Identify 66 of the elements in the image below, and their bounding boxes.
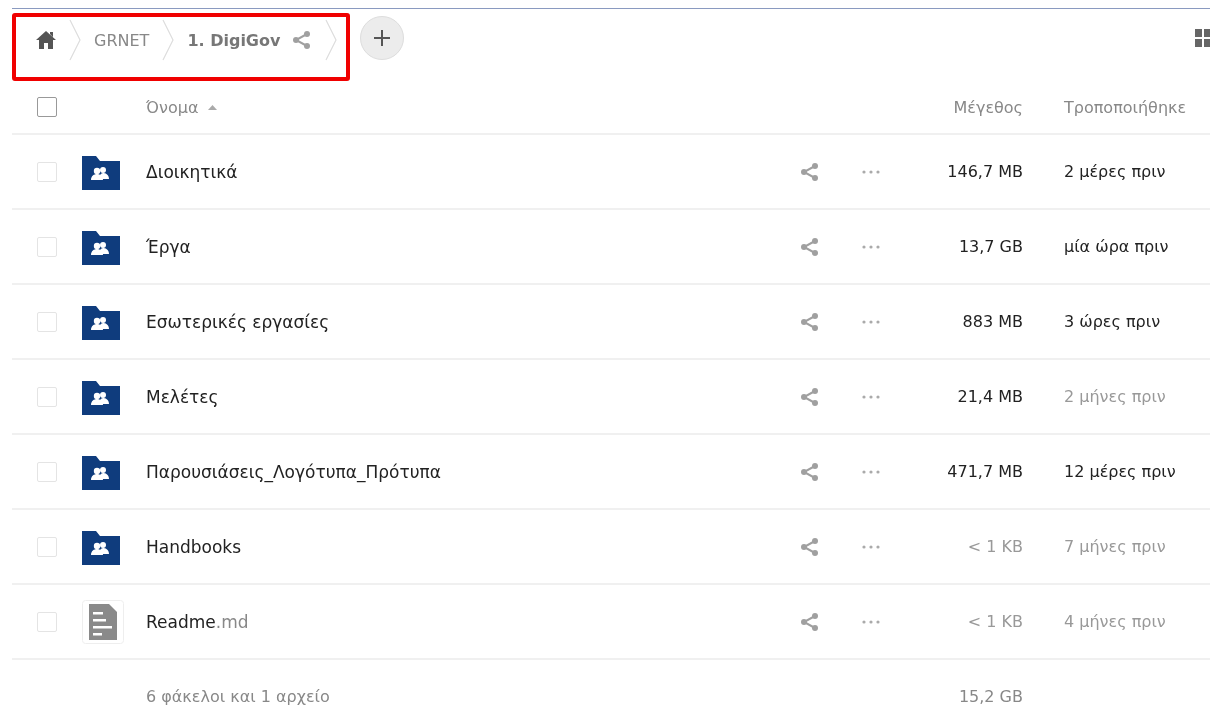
more-actions-icon[interactable] — [862, 544, 880, 549]
shared-folder-icon — [82, 303, 120, 340]
share-icon[interactable] — [292, 30, 313, 50]
more-actions-icon[interactable] — [862, 244, 880, 249]
summary-text: 6 φάκελοι και 1 αρχείο — [146, 687, 331, 706]
more-actions-icon[interactable] — [862, 319, 880, 324]
row-checkbox[interactable] — [37, 161, 57, 182]
share-icon[interactable] — [800, 611, 820, 632]
sort-ascending-icon — [208, 104, 218, 110]
more-actions-icon[interactable] — [862, 619, 880, 624]
breadcrumb-link[interactable]: GRNET — [94, 30, 150, 50]
share-icon[interactable] — [800, 236, 820, 257]
file-size: 471,7 MB — [946, 462, 1024, 481]
row-checkbox[interactable] — [37, 236, 57, 257]
modified-column-header[interactable]: Τροποποιήθηκε — [1064, 97, 1210, 117]
file-size: 883 MB — [961, 312, 1024, 331]
file-size: 146,7 MB — [946, 162, 1024, 181]
file-size: < 1 KB — [966, 612, 1024, 631]
row-checkbox[interactable] — [37, 311, 57, 332]
modified-date: 3 ώρες πριν — [1064, 312, 1162, 331]
share-icon[interactable] — [800, 161, 820, 182]
share-icon[interactable] — [800, 311, 820, 332]
home-icon[interactable] — [36, 31, 56, 49]
modified-date: 12 μέρες πριν — [1064, 462, 1177, 481]
file-name[interactable]: Handbooks — [146, 536, 800, 557]
breadcrumb-link[interactable]: 1. DigiGov — [187, 30, 281, 50]
shared-folder-icon — [82, 378, 120, 415]
chevron-icon — [161, 18, 176, 62]
modified-date: μία ώρα πριν — [1064, 237, 1170, 256]
chevron-icon — [68, 18, 82, 62]
size-column-header[interactable]: Μέγεθος — [912, 97, 1043, 117]
file-name[interactable]: Μελέτες — [146, 386, 800, 407]
modified-date: 7 μήνες πριν — [1064, 537, 1167, 556]
file-name[interactable]: Έργα — [146, 236, 800, 257]
file-name[interactable]: Readme.md — [146, 611, 800, 632]
modified-date: 2 μέρες πριν — [1064, 162, 1167, 181]
modified-date: 2 μήνες πριν — [1064, 387, 1167, 406]
share-icon[interactable] — [800, 386, 820, 407]
more-actions-icon[interactable] — [862, 169, 880, 174]
chevron-icon — [324, 18, 339, 62]
row-checkbox[interactable] — [37, 461, 57, 482]
file-name[interactable]: Παρουσιάσεις_Λογότυπα_Πρότυπα — [146, 461, 800, 482]
text-file-icon — [82, 599, 124, 644]
shared-folder-icon — [82, 453, 120, 490]
row-checkbox[interactable] — [37, 536, 57, 557]
name-column-header[interactable]: Όνομα — [146, 97, 800, 117]
file-name[interactable]: Διοικητικά — [146, 161, 800, 182]
total-size: 15,2 GB — [957, 687, 1024, 706]
more-actions-icon[interactable] — [862, 394, 880, 399]
shared-folder-icon — [82, 528, 120, 565]
share-icon[interactable] — [800, 536, 820, 557]
modified-date: 4 μήνες πριν — [1064, 612, 1167, 631]
grid-view-icon[interactable] — [1195, 29, 1210, 47]
row-checkbox[interactable] — [37, 611, 57, 632]
more-actions-icon[interactable] — [862, 469, 880, 474]
file-size: 13,7 GB — [957, 237, 1024, 256]
shared-folder-icon — [82, 153, 120, 190]
file-size: 21,4 MB — [956, 387, 1024, 406]
add-button[interactable] — [360, 16, 405, 60]
shared-folder-icon — [82, 228, 120, 265]
select-all-checkbox[interactable] — [37, 97, 57, 117]
file-size: < 1 KB — [966, 537, 1024, 556]
share-icon[interactable] — [800, 461, 820, 482]
file-name[interactable]: Εσωτερικές εργασίες — [146, 311, 800, 332]
row-checkbox[interactable] — [37, 386, 57, 407]
plus-icon — [373, 29, 392, 47]
